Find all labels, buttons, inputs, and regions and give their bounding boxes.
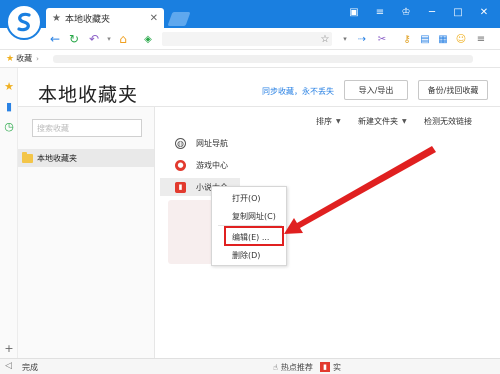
close-tab-icon[interactable]: ✕ [150,13,158,24]
search-input[interactable]: 搜索收藏 [32,119,142,137]
stats-icon[interactable]: ▮ [320,362,330,372]
favorites-bar: ★ 收藏 › [0,50,500,68]
chevron-down-icon[interactable]: › [36,55,39,63]
bookmark-label: 游戏中心 [196,160,228,170]
bookmark-row[interactable]: ● 游戏中心 [175,156,228,174]
menu-item-delete[interactable]: 删除(D) [232,250,260,261]
refresh-icon[interactable]: ↻ [67,32,81,46]
status-bar: ◁ 完成 ☝ 热点推荐 ▮ 实 [0,358,500,374]
menu-item-copy-url[interactable]: 复制网址(C) [232,211,276,222]
import-export-button[interactable]: 导入/导出 [344,80,408,100]
close-window-icon[interactable]: ✕ [478,6,490,18]
minimize-icon[interactable]: ─ [426,6,438,18]
browser-logo-icon[interactable] [6,4,42,40]
skin-icon[interactable]: ♔ [400,6,412,18]
folder-label: 本地收藏夹 [37,153,77,163]
check-invalid-label: 检测无效链接 [424,117,472,126]
status-done: 完成 [22,363,38,372]
reading-sidebar-icon[interactable]: ▮ [3,100,15,113]
back-icon[interactable]: ← [48,32,62,46]
check-invalid-links-button[interactable]: 检测无效链接 [424,116,472,127]
sort-dropdown[interactable]: 排序 ▼ [316,116,341,127]
globe-icon: ◍ [175,137,186,149]
window-controls: ▣ ≡ ♔ ─ □ ✕ [348,6,490,18]
maximize-icon[interactable]: □ [452,6,464,18]
chevron-down-icon: ▼ [336,118,341,125]
new-folder-dropdown[interactable]: 新建文件夹 ▼ [358,116,407,127]
undo-dropdown-icon[interactable]: ▾ [102,32,116,46]
backup-restore-button[interactable]: 备份/找回收藏 [418,80,488,100]
thumb-icon: ☝ [273,363,278,372]
user-icon[interactable]: ▣ [348,6,360,18]
chevron-down-icon: ▼ [402,118,407,125]
address-bar[interactable] [162,32,332,46]
favorites-label[interactable]: 收藏 [16,53,32,64]
navigation-bar: ← ↻ ↶ ▾ ⌂ ◈ ☆ ▾ ⇢ ✂ ⚷ ▤ ▦ ☺ ≡ [0,28,500,50]
favorites-star-icon: ★ [6,53,15,64]
bookmark-label: 网址导航 [196,138,228,148]
tab-local-favorites[interactable]: ★ 本地收藏夹 ✕ [46,8,164,28]
page-title: 本地收藏夹 [38,84,139,106]
edit-highlight-box [224,226,284,246]
novel-icon: ▮ [175,181,186,193]
folder-tree: 搜索收藏 本地收藏夹 [18,107,155,358]
sync-link[interactable]: 同步收藏，永不丢失 [262,86,334,97]
new-folder-label: 新建文件夹 [358,117,398,126]
more-icon[interactable]: ≡ [474,32,488,46]
star-icon: ★ [52,12,61,24]
menu-item-open[interactable]: 打开(O) [232,193,261,204]
game-icon: ● [175,159,186,171]
bookmark-star-icon[interactable]: ☆ [318,32,332,46]
sidebar-toggle-icon[interactable]: ◁ [5,361,12,371]
menu-icon[interactable]: ≡ [374,6,386,18]
smile-icon[interactable]: ☺ [454,32,468,46]
tab-title: 本地收藏夹 [64,14,110,25]
hot-recommend-link[interactable]: ☝ 热点推荐 [273,362,313,373]
shield-icon[interactable]: ◈ [141,32,155,46]
translate-icon[interactable]: ▤ [418,32,432,46]
side-strip: ★ ▮ ◷ + [0,68,18,358]
folder-icon [22,151,33,163]
favorites-items-blurred [52,54,473,63]
scissors-icon[interactable]: ✂ [375,32,389,46]
bookmark-row[interactable]: ◍ 网址导航 [175,134,228,152]
favorites-sidebar-icon[interactable]: ★ [3,80,15,93]
blurred-bookmarks [168,200,213,264]
undo-icon[interactable]: ↶ [87,32,101,46]
folder-item-local[interactable]: 本地收藏夹 [18,149,154,167]
status-right: 实 [333,363,341,372]
hot-recommend-label: 热点推荐 [280,363,313,372]
add-sidebar-icon[interactable]: + [3,342,15,355]
screenshot-icon[interactable]: ▦ [436,32,450,46]
home-icon[interactable]: ⌂ [116,32,130,46]
forward-icon[interactable]: ⇢ [355,32,369,46]
sort-label: 排序 [316,117,332,126]
dropdown-icon[interactable]: ▾ [338,32,352,46]
key-icon[interactable]: ⚷ [400,32,414,46]
history-sidebar-icon[interactable]: ◷ [3,120,15,133]
